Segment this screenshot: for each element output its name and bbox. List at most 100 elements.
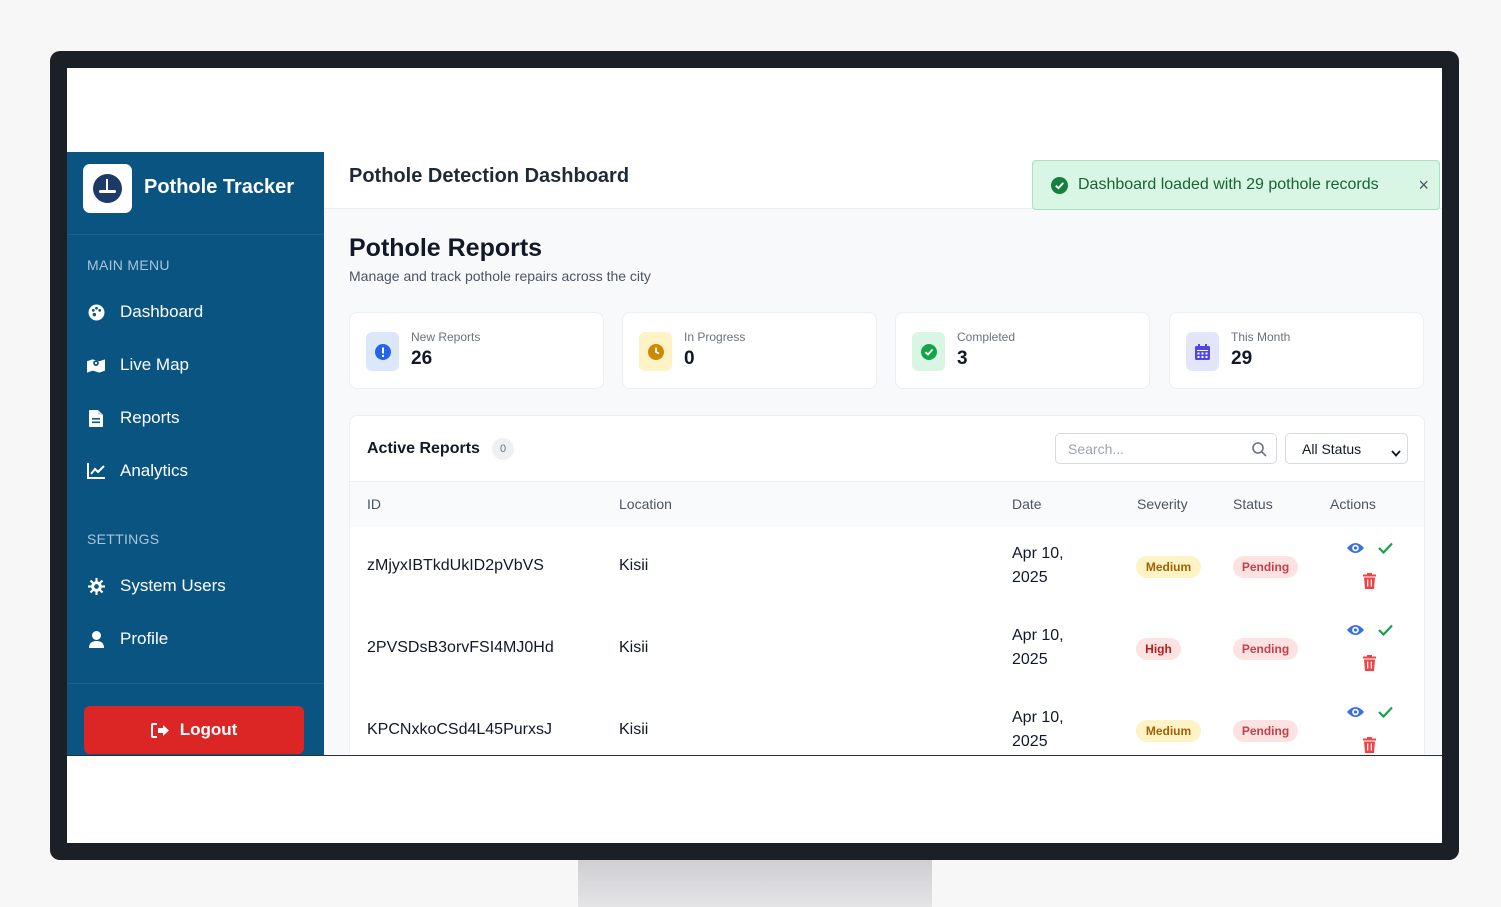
- report-location: Kisii: [619, 721, 649, 738]
- stat-value: 3: [957, 348, 968, 369]
- stat-value: 26: [411, 348, 433, 369]
- map-icon: [87, 356, 105, 374]
- view-eye-icon[interactable]: [1346, 705, 1365, 719]
- screen: Pothole Tracker MAIN MENU Dashboard Live…: [67, 68, 1442, 843]
- calendar-icon: [1186, 332, 1219, 371]
- stat-label: New Reports: [411, 330, 481, 344]
- toast-message: Dashboard loaded with 29 pothole records: [1078, 176, 1379, 193]
- sidebar-item-label: Dashboard: [120, 302, 204, 321]
- logout-icon: [150, 722, 170, 738]
- stat-value: 29: [1231, 348, 1253, 369]
- severity-badge: Medium: [1136, 720, 1201, 742]
- view-eye-icon[interactable]: [1346, 623, 1365, 637]
- report-date-line1: Apr 10,: [1012, 709, 1064, 726]
- column-header: Actions: [1330, 496, 1376, 512]
- chart-line-icon: [87, 462, 105, 480]
- main-content: Pothole Detection Dashboard Dashboard lo…: [324, 152, 1442, 755]
- user-icon: [87, 630, 105, 648]
- app-window: Pothole Tracker MAIN MENU Dashboard Live…: [67, 152, 1442, 755]
- search-input[interactable]: Search...: [1055, 433, 1277, 464]
- approve-check-icon[interactable]: [1378, 624, 1393, 636]
- report-id: zMjyxIBTkdUkID2pVbVS: [367, 557, 544, 574]
- sidebar-item-label: Analytics: [120, 461, 189, 480]
- report-location: Kisii: [619, 639, 649, 656]
- search-icon: [1252, 442, 1267, 462]
- logout-label: Logout: [179, 720, 238, 739]
- settings-label: SETTINGS: [87, 531, 160, 547]
- check-circle-icon: [1051, 176, 1068, 194]
- stat-label: Completed: [957, 330, 1016, 344]
- chevron-down-icon: [1391, 444, 1401, 462]
- sidebar-item-label: Reports: [120, 408, 180, 427]
- panel-title: Active Reports: [367, 440, 480, 457]
- report-date-line2: 2025: [1012, 569, 1048, 586]
- report-id: KPCNxkoCSd4L45PurxsJ: [367, 721, 552, 738]
- sidebar-divider: [67, 683, 324, 684]
- toast-close-button[interactable]: ×: [1418, 175, 1429, 196]
- table-row[interactable]: 2PVSDsB3orvFSI4MJ0Hd Kisii Apr 10, 2025 …: [350, 608, 1424, 690]
- view-eye-icon[interactable]: [1346, 541, 1365, 555]
- logout-button[interactable]: Logout: [84, 706, 304, 754]
- delete-trash-icon[interactable]: [1363, 573, 1376, 589]
- page-subtitle: Manage and track pothole repairs across …: [349, 268, 651, 284]
- status-filter-select[interactable]: All Status: [1285, 433, 1408, 464]
- brand: Pothole Tracker: [67, 152, 324, 235]
- column-header: Date: [1012, 496, 1042, 512]
- window-bottom-edge: [67, 755, 1442, 756]
- stat-label: This Month: [1231, 330, 1291, 344]
- active-reports-panel: Active Reports 0 Search... All Status ID: [349, 415, 1425, 755]
- count-badge: 0: [492, 438, 514, 460]
- status-filter-value: All Status: [1302, 441, 1362, 457]
- table-header: ID Location Date Severity Status Actions: [350, 481, 1424, 527]
- severity-badge: Medium: [1136, 556, 1201, 578]
- main-menu-label: MAIN MENU: [87, 257, 170, 273]
- report-date-line1: Apr 10,: [1012, 545, 1064, 562]
- sidebar-item-label: System Users: [120, 576, 226, 595]
- brand-title: Pothole Tracker: [144, 176, 295, 198]
- status-badge: Pending: [1233, 556, 1298, 578]
- logo-icon: [83, 164, 132, 213]
- column-header: Location: [619, 496, 672, 512]
- file-icon: [87, 409, 105, 427]
- status-badge: Pending: [1233, 638, 1298, 660]
- report-date-line2: 2025: [1012, 733, 1048, 750]
- column-header: ID: [367, 496, 381, 512]
- sidebar-item-label: Profile: [120, 629, 169, 648]
- sidebar-item-profile[interactable]: Profile: [87, 624, 168, 654]
- sidebar-item-label: Live Map: [120, 355, 189, 374]
- column-header: Status: [1233, 496, 1273, 512]
- stat-card-completed: Completed 3: [895, 312, 1150, 389]
- sidebar: Pothole Tracker MAIN MENU Dashboard Live…: [67, 152, 324, 755]
- stat-label: In Progress: [684, 330, 746, 344]
- toast-notification: Dashboard loaded with 29 pothole records…: [1032, 160, 1440, 210]
- delete-trash-icon[interactable]: [1363, 737, 1376, 753]
- severity-badge: High: [1136, 638, 1181, 660]
- report-id: 2PVSDsB3orvFSI4MJ0Hd: [367, 639, 554, 656]
- stat-card-in-progress: In Progress 0: [622, 312, 877, 389]
- exclamation-icon: [366, 332, 399, 371]
- stat-card-new-reports: New Reports 26: [349, 312, 604, 389]
- gear-icon: [87, 577, 105, 595]
- status-badge: Pending: [1233, 720, 1298, 742]
- sidebar-item-live-map[interactable]: Live Map: [87, 350, 189, 380]
- column-header: Severity: [1137, 496, 1188, 512]
- table-row[interactable]: zMjyxIBTkdUkID2pVbVS Kisii Apr 10, 2025 …: [350, 526, 1424, 608]
- sidebar-item-system-users[interactable]: System Users: [87, 571, 226, 601]
- stat-card-this-month: This Month 29: [1169, 312, 1424, 389]
- clock-icon: [639, 332, 672, 371]
- table-row[interactable]: KPCNxkoCSd4L45PurxsJ Kisii Apr 10, 2025 …: [350, 690, 1424, 755]
- sidebar-item-analytics[interactable]: Analytics: [87, 456, 188, 486]
- monitor-stand: [578, 860, 932, 907]
- search-placeholder: Search...: [1068, 441, 1125, 457]
- check-circle-icon: [912, 332, 945, 371]
- report-date-line1: Apr 10,: [1012, 627, 1064, 644]
- sidebar-item-reports[interactable]: Reports: [87, 403, 180, 433]
- page-title: Pothole Reports: [349, 234, 543, 262]
- delete-trash-icon[interactable]: [1363, 655, 1376, 671]
- report-date-line2: 2025: [1012, 651, 1048, 668]
- topbar-title: Pothole Detection Dashboard: [349, 165, 630, 187]
- sidebar-item-dashboard[interactable]: Dashboard: [87, 297, 203, 327]
- approve-check-icon[interactable]: [1378, 542, 1393, 554]
- palette-icon: [87, 303, 105, 321]
- approve-check-icon[interactable]: [1378, 706, 1393, 718]
